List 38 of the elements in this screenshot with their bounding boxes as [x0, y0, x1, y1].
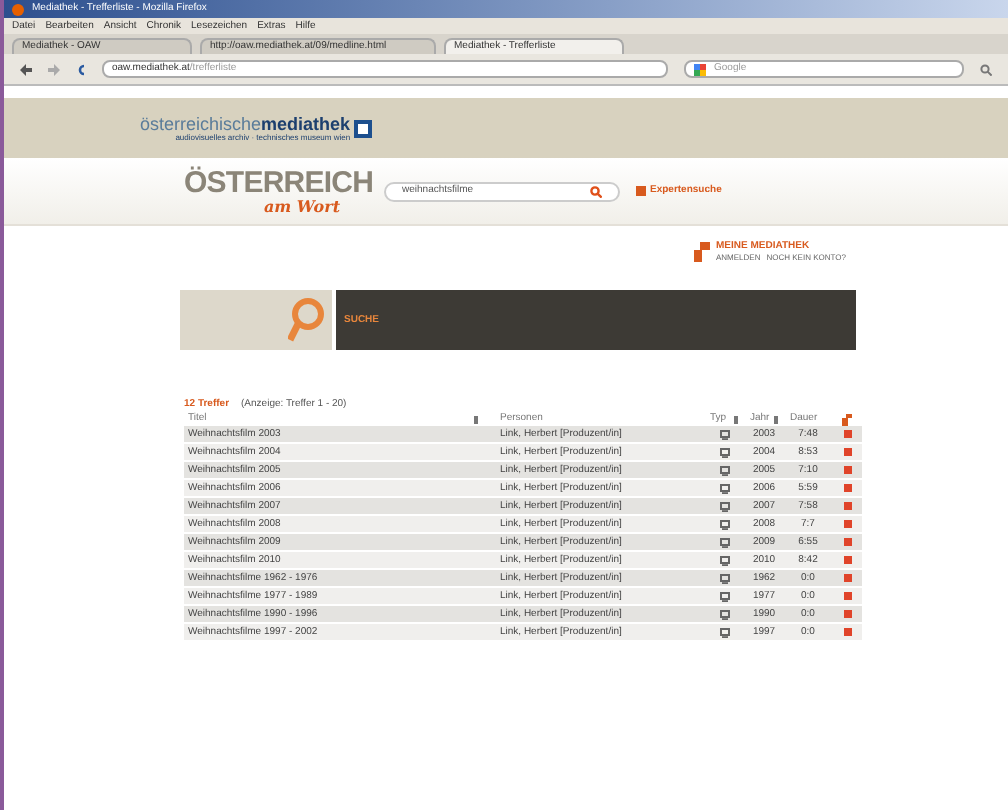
monitor-icon	[719, 447, 729, 457]
search-engine-icon	[694, 63, 706, 75]
user-icon	[842, 413, 852, 425]
user-icon	[694, 242, 710, 262]
monitor-icon	[719, 465, 729, 475]
add-button[interactable]	[843, 502, 851, 510]
forward-arrow-icon[interactable]	[48, 63, 60, 75]
monitor-icon	[719, 573, 729, 583]
monitor-icon	[719, 483, 729, 493]
add-button[interactable]	[843, 538, 851, 546]
logo-square-icon	[354, 119, 373, 137]
add-button[interactable]	[843, 520, 851, 528]
add-button[interactable]	[843, 466, 851, 474]
add-button[interactable]	[843, 628, 851, 636]
brand-subtitle: am Wort	[264, 198, 343, 214]
monitor-icon	[719, 591, 729, 601]
brand-title: ÖSTERREICH	[184, 168, 368, 198]
logo-text: österreichische	[140, 115, 262, 133]
search-icon[interactable]	[980, 63, 992, 75]
add-button[interactable]	[843, 556, 851, 564]
add-button[interactable]	[843, 610, 851, 618]
logo-text: mediathek	[261, 115, 351, 133]
monitor-icon	[719, 519, 729, 529]
firefox-icon	[12, 3, 24, 15]
add-button[interactable]	[843, 574, 851, 582]
back-arrow-icon[interactable]	[20, 63, 32, 75]
monitor-icon	[719, 627, 729, 637]
monitor-icon	[719, 555, 729, 565]
add-button[interactable]	[843, 448, 851, 456]
add-button[interactable]	[843, 484, 851, 492]
add-button[interactable]	[843, 430, 851, 438]
monitor-icon	[719, 609, 729, 619]
monitor-icon	[719, 537, 729, 547]
magnifier-icon	[288, 298, 324, 342]
monitor-icon	[719, 501, 729, 511]
add-button[interactable]	[843, 592, 851, 600]
monitor-icon	[719, 429, 729, 439]
search-icon[interactable]	[590, 185, 602, 197]
